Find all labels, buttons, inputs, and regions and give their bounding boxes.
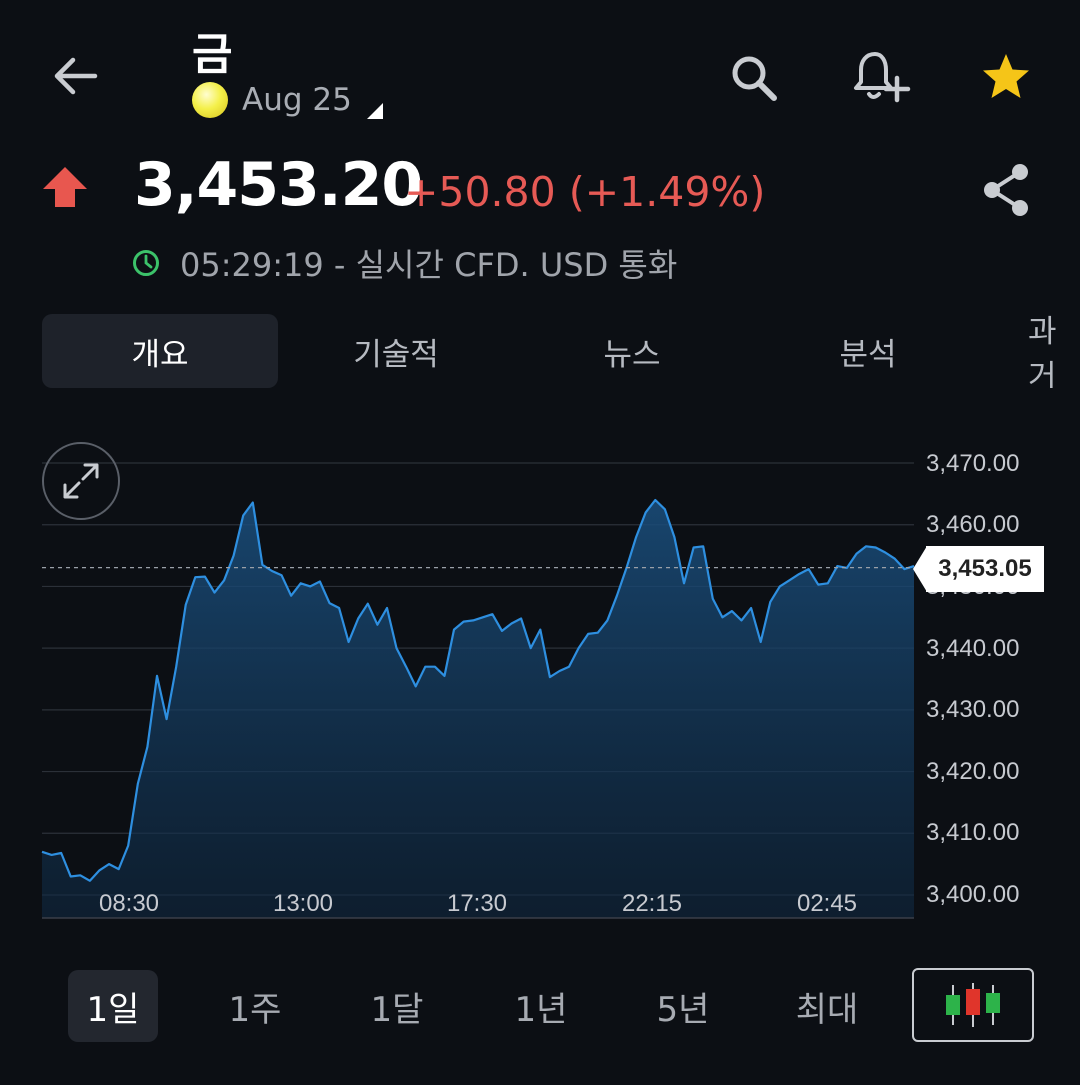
candlestick-icon	[946, 983, 1000, 1027]
tab-technical[interactable]: 기술적	[278, 314, 514, 388]
tab-analysis[interactable]: 분석	[750, 314, 986, 388]
y-tick-label: 3,440.00	[926, 635, 1020, 662]
price-area	[42, 500, 914, 918]
x-tick-label: 13:00	[272, 890, 334, 917]
tab-history[interactable]: 과거	[986, 314, 1080, 388]
contract-label: Aug 25	[242, 82, 352, 118]
share-button[interactable]	[976, 160, 1036, 220]
clock-icon	[133, 250, 159, 276]
tab-overview[interactable]: 개요	[42, 314, 278, 388]
y-tick-label: 3,420.00	[926, 758, 1020, 785]
period-1m[interactable]: 1달	[352, 970, 442, 1042]
y-tick-label: 3,460.00	[926, 511, 1020, 538]
period-max[interactable]: 최대	[780, 970, 874, 1042]
period-1w[interactable]: 1주	[210, 970, 300, 1042]
price-up-arrow-icon	[40, 164, 90, 210]
quote-time-info: 05:29:19 - 실시간 CFD. USD 통화	[132, 240, 677, 286]
expand-chart-button[interactable]	[42, 442, 120, 520]
y-tick-label: 3,410.00	[926, 819, 1020, 846]
contract-selector[interactable]: Aug 25	[192, 80, 384, 120]
star-icon	[983, 54, 1029, 98]
last-price: 3,453.20	[134, 150, 423, 220]
y-tick-label: 3,400.00	[926, 881, 1020, 908]
search-button[interactable]	[724, 48, 784, 108]
period-5y[interactable]: 5년	[638, 970, 728, 1042]
favorite-button[interactable]	[976, 48, 1036, 106]
tab-news[interactable]: 뉴스	[514, 314, 750, 388]
back-button[interactable]	[46, 50, 104, 102]
share-icon	[984, 164, 1028, 216]
x-tick-label: 08:30	[98, 890, 160, 917]
x-tick-label: 17:30	[446, 890, 508, 917]
x-tick-label: 22:15	[621, 890, 683, 917]
expand-icon	[63, 463, 99, 499]
gold-coin-icon	[192, 82, 228, 118]
instrument-title: 금	[192, 29, 233, 80]
current-price-tag: 3,453.05	[926, 546, 1044, 592]
arrow-left-icon	[54, 57, 98, 95]
period-1y[interactable]: 1년	[496, 970, 586, 1042]
current-price-tag-pointer	[913, 546, 927, 592]
price-chart[interactable]	[41, 440, 922, 920]
add-alert-button[interactable]	[848, 46, 914, 108]
period-1d[interactable]: 1일	[68, 970, 158, 1042]
y-tick-label: 3,470.00	[926, 450, 1020, 477]
time-info-text: 05:29:19 - 실시간 CFD. USD 통화	[180, 246, 678, 284]
bell-plus-icon	[854, 52, 911, 103]
price-change: +50.80 (+1.49%)	[404, 168, 766, 216]
search-icon	[732, 56, 777, 101]
chart-type-button[interactable]	[912, 968, 1034, 1042]
dropdown-triangle-icon	[366, 103, 383, 119]
y-tick-label: 3,430.00	[926, 696, 1020, 723]
x-tick-label: 02:45	[796, 890, 858, 917]
